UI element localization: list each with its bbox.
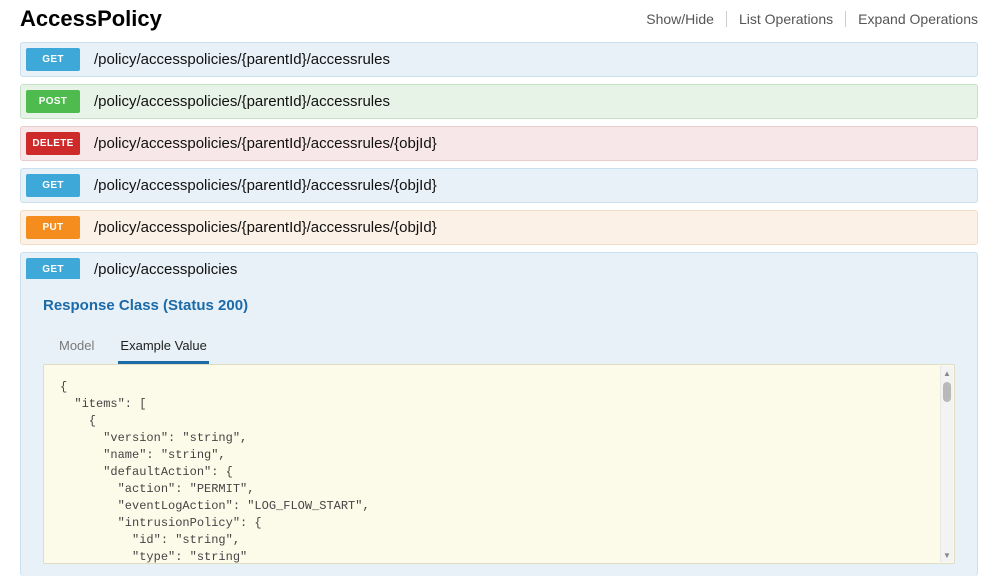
operation-path: /policy/accesspolicies/{parentId}/access… — [80, 127, 451, 160]
http-method-badge: GET — [26, 258, 80, 281]
operation-details-panel: Response Class (Status 200) Model Exampl… — [20, 279, 978, 576]
list-operations-link[interactable]: List Operations — [727, 11, 846, 27]
scroll-up-icon[interactable]: ▲ — [941, 366, 953, 380]
show-hide-link[interactable]: Show/Hide — [634, 11, 727, 27]
scroll-down-icon[interactable]: ▼ — [941, 548, 953, 562]
http-method-badge: POST — [26, 90, 80, 113]
scroll-thumb[interactable] — [943, 382, 951, 402]
http-method-badge: PUT — [26, 216, 80, 239]
tab-model[interactable]: Model — [57, 332, 96, 364]
operation-row[interactable]: POST /policy/accesspolicies/{parentId}/a… — [20, 84, 978, 119]
operation-row[interactable]: GET /policy/accesspolicies/{parentId}/ac… — [20, 168, 978, 203]
operation-row[interactable]: DELETE /policy/accesspolicies/{parentId}… — [20, 126, 978, 161]
http-method-badge: GET — [26, 48, 80, 71]
header-actions: Show/Hide List Operations Expand Operati… — [634, 11, 978, 27]
operation-row[interactable]: PUT /policy/accesspolicies/{parentId}/ac… — [20, 210, 978, 245]
response-class-heading: Response Class (Status 200) — [43, 297, 955, 314]
tab-example-value[interactable]: Example Value — [118, 332, 208, 364]
operation-path: /policy/accesspolicies/{parentId}/access… — [80, 85, 404, 118]
response-tabs: Model Example Value — [43, 332, 955, 364]
operation-path: /policy/accesspolicies/{parentId}/access… — [80, 211, 451, 244]
scrollbar[interactable]: ▲ ▼ — [940, 366, 953, 562]
example-json: { "items": [ { "version": "string", "nam… — [44, 365, 954, 564]
resource-title[interactable]: AccessPolicy — [20, 6, 162, 32]
http-method-badge: DELETE — [26, 132, 80, 155]
operation-path: /policy/accesspolicies/{parentId}/access… — [80, 43, 404, 76]
example-value-box[interactable]: { "items": [ { "version": "string", "nam… — [43, 364, 955, 564]
resource-header: AccessPolicy Show/Hide List Operations E… — [0, 0, 998, 42]
expand-operations-link[interactable]: Expand Operations — [846, 11, 978, 27]
operation-row[interactable]: GET /policy/accesspolicies/{parentId}/ac… — [20, 42, 978, 77]
http-method-badge: GET — [26, 174, 80, 197]
operations-list: GET /policy/accesspolicies/{parentId}/ac… — [0, 42, 998, 287]
operation-path: /policy/accesspolicies/{parentId}/access… — [80, 169, 451, 202]
